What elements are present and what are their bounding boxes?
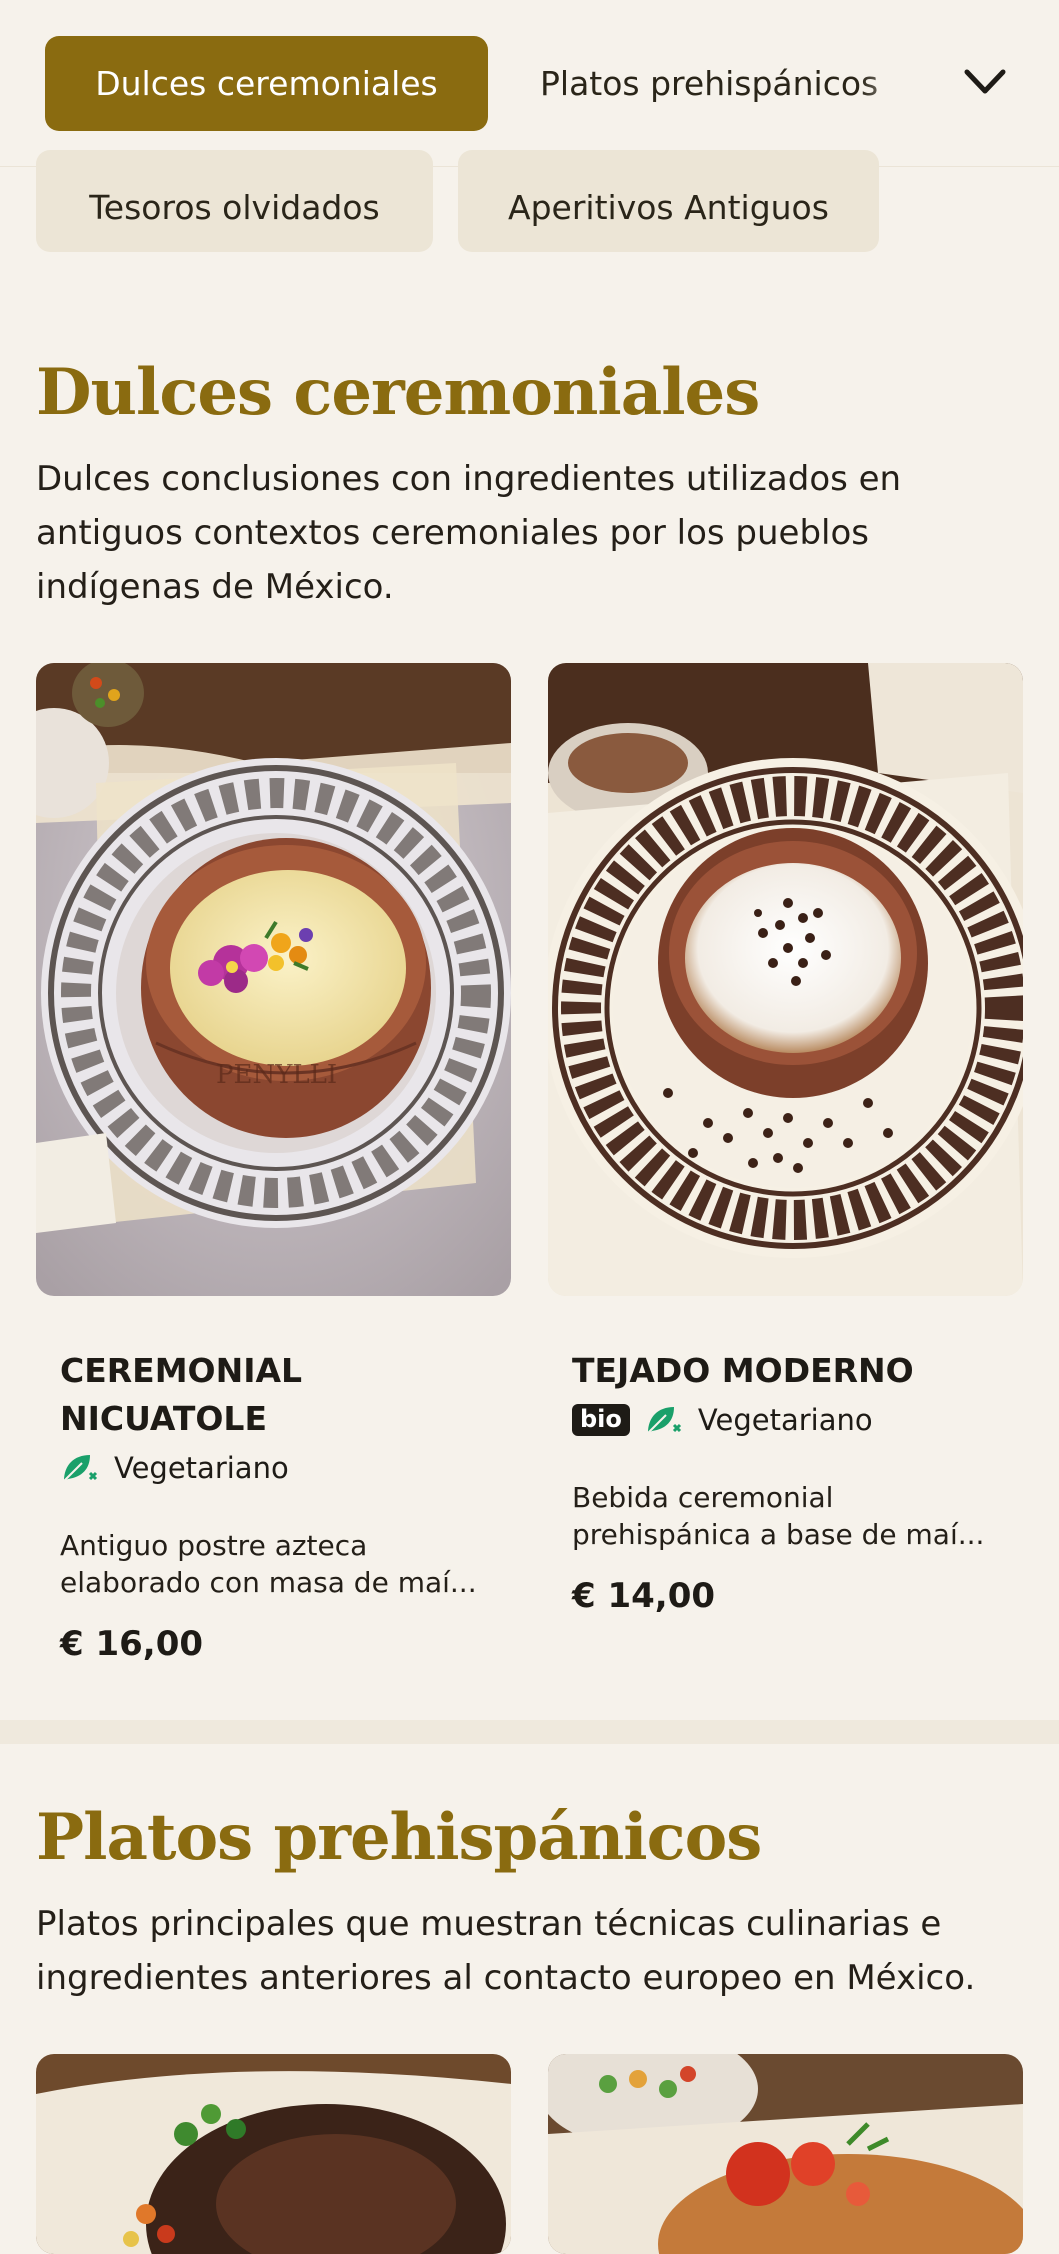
product-card-platos-1[interactable] (36, 2054, 511, 2254)
section-title-platos: Platos prehispánicos (36, 1800, 762, 1875)
svg-text:PENYLLI: PENYLLI (216, 1060, 337, 1090)
product-image-platos-1 (36, 2054, 511, 2254)
product-card-nicuatole[interactable]: PENYLLI CEREMONIAL NICUATOLE Vegetariano… (36, 663, 511, 1673)
product-tags: bio Vegetariano (572, 1403, 873, 1437)
product-description-line: Antiguo postre azteca (60, 1529, 368, 1562)
chevron-down-icon[interactable] (958, 60, 1012, 104)
product-description-line: elaborado con masa de maí... (60, 1566, 477, 1599)
product-image-nicuatole: PENYLLI (36, 663, 511, 1296)
section-description-platos: Platos principales que muestran técnicas… (36, 1904, 976, 1998)
product-description-line: prehispánica a base de maí... (572, 1518, 985, 1551)
section-title-dulces: Dulces ceremoniales (36, 355, 760, 430)
tag-label-vegetariano: Vegetariano (697, 1403, 873, 1437)
category-tab-tesoros-olvidados[interactable]: Tesoros olvidados (36, 150, 433, 252)
bio-badge: bio (572, 1404, 630, 1436)
category-tab-dulces-ceremoniales[interactable]: Dulces ceremoniales (45, 36, 488, 131)
product-description: Bebida ceremonial prehispánica a base de… (572, 1479, 992, 1553)
product-price: € 16,00 (60, 1624, 204, 1664)
product-name[interactable]: TEJADO MODERNO (572, 1347, 1012, 1395)
product-description-line: Bebida ceremonial (572, 1481, 834, 1514)
product-card-tejado[interactable]: TEJADO MODERNO bio Vegetariano Bebida ce… (548, 663, 1023, 1673)
product-image-platos-2 (548, 2054, 1023, 2254)
vegetarian-leaf-icon (647, 1407, 681, 1434)
section-divider (0, 1720, 1059, 1744)
scroll-fade (860, 0, 940, 165)
section-description-dulces: Dulces conclusiones con ingredientes uti… (36, 459, 902, 607)
product-name[interactable]: CEREMONIAL NICUATOLE (60, 1347, 500, 1443)
product-image-tejado (548, 663, 1023, 1296)
product-card-platos-2[interactable] (548, 2054, 1023, 2254)
vegetarian-leaf-icon (63, 1455, 98, 1482)
product-price: € 14,00 (572, 1576, 716, 1616)
product-description: Antiguo postre azteca elaborado con masa… (60, 1527, 480, 1601)
product-tags: Vegetariano (60, 1451, 289, 1485)
category-tab-aperitivos-antiguos[interactable]: Aperitivos Antiguos (458, 150, 879, 252)
tag-label-vegetariano: Vegetariano (114, 1451, 289, 1485)
